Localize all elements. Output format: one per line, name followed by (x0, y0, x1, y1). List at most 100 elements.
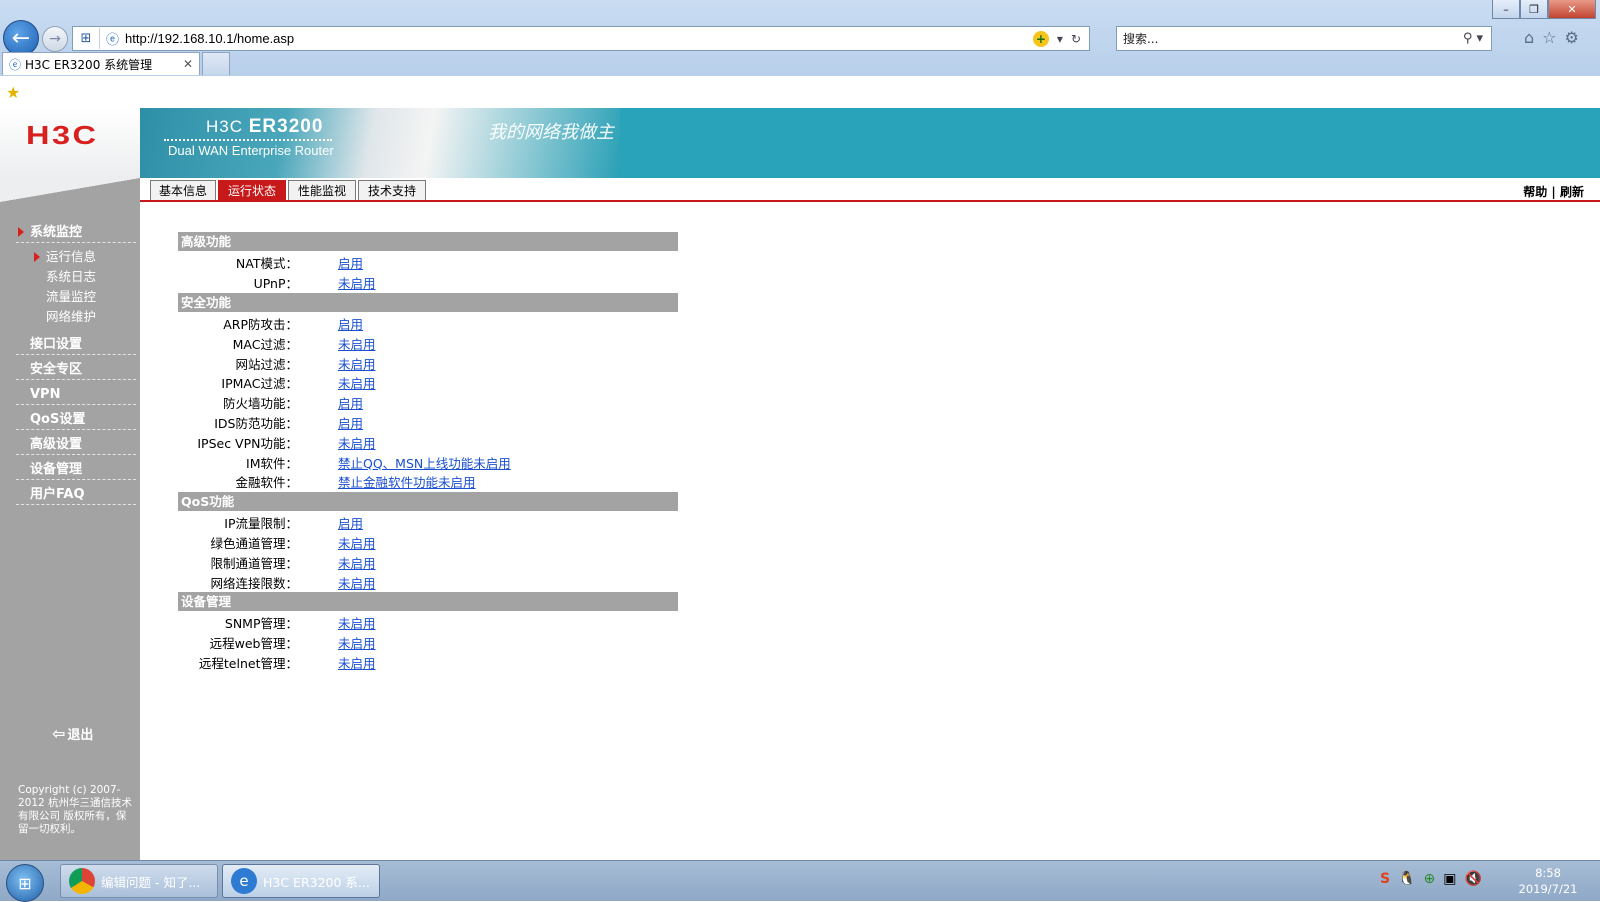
status-label: 金融软件： (235, 475, 298, 491)
status-label: 网站过滤： (235, 356, 298, 372)
sidebar-item-label: VPN (30, 387, 61, 402)
active-arrow-icon (34, 252, 40, 262)
ie-tab-icon: ⓔ (9, 57, 22, 72)
help-link[interactable]: 帮助 (1523, 185, 1547, 199)
sidebar-item-device-management[interactable]: 设备管理 (16, 456, 136, 480)
sidebar-item-label: 高级设置 (30, 437, 83, 452)
section-header: 高级功能 (178, 232, 678, 251)
submenu-label: 运行信息 (46, 249, 97, 264)
qq-icon[interactable]: 🐧 (1398, 871, 1415, 887)
refresh-icon[interactable]: ↻ (1071, 32, 1081, 46)
status-value-link[interactable]: 未启用 (338, 633, 376, 652)
taskbar-item-chrome[interactable]: 编辑问题 - 知了... (60, 864, 218, 898)
minimize-button[interactable]: – (1492, 0, 1520, 19)
status-value-link[interactable]: 未启用 (338, 334, 376, 353)
sidebar-item-vpn[interactable]: VPN (16, 381, 136, 405)
active-arrow-icon (18, 227, 24, 237)
status-row: SNMP管理： 未启用 (178, 613, 678, 633)
close-tab-icon[interactable]: ✕ (183, 57, 193, 71)
submenu-label: 流量监控 (46, 289, 97, 304)
sidebar-item-security[interactable]: 安全专区 (16, 356, 136, 380)
sidebar-item-advanced[interactable]: 高级设置 (16, 431, 136, 455)
status-label: ARP防攻击： (223, 316, 298, 332)
submenu-system-log[interactable]: 系统日志 (16, 267, 136, 287)
sidebar-item-qos[interactable]: QoS设置 (16, 406, 136, 430)
submenu-traffic-monitor[interactable]: 流量监控 (16, 287, 136, 307)
status-value-link[interactable]: 禁止QQ、MSN上线功能未启用 (338, 453, 511, 472)
status-value-link[interactable]: 未启用 (338, 533, 376, 552)
header-banner: H3C ER3200 Dual WAN Enterprise Router 我的… (140, 108, 1600, 178)
new-tab-icon[interactable]: ⊞ (73, 28, 100, 49)
tab-run-status[interactable]: 运行状态 (218, 180, 286, 200)
submenu-network-maintenance[interactable]: 网络维护 (16, 307, 136, 327)
compatibility-icon[interactable]: + (1032, 30, 1049, 47)
status-value-link[interactable]: 启用 (338, 413, 363, 432)
tab-performance[interactable]: 性能监视 (288, 180, 356, 200)
status-value-link[interactable]: 未启用 (338, 553, 376, 572)
sidebar-wedge (0, 178, 140, 202)
gear-icon[interactable]: ⚙ (1565, 28, 1579, 47)
status-value-link[interactable]: 启用 (338, 253, 363, 272)
tab-tech-support[interactable]: 技术支持 (358, 180, 426, 200)
status-value-link[interactable]: 禁止金融软件功能未启用 (338, 472, 476, 491)
favorites-star-icon[interactable]: ☆ (1542, 28, 1556, 47)
address-bar[interactable]: ⊞ ⓔ http://192.168.10.1/home.asp + ▾ ↻ (72, 26, 1090, 51)
status-value-link[interactable]: 未启用 (338, 354, 376, 373)
section-header: 安全功能 (178, 292, 678, 312)
status-content: 高级功能 NAT模式： 启用 UPnP： 未启用 安全功能 ARP防攻击： 启用 MAC过滤：未… (178, 232, 678, 672)
h3c-logo: H3C (26, 120, 99, 150)
search-input[interactable]: 搜索... (1123, 30, 1158, 47)
status-value-link[interactable]: 未启用 (338, 373, 376, 392)
logout-button[interactable]: ⇦ 退出 (52, 724, 93, 743)
status-label: UPnP： (253, 276, 298, 292)
status-label: IPMAC过滤： (221, 376, 298, 392)
status-value-link[interactable]: 启用 (338, 513, 363, 532)
start-button[interactable]: ⊞ (6, 864, 44, 902)
browser-tab[interactable]: ⓔ H3C ER3200 系统管理 ✕ (2, 52, 200, 75)
help-links: 帮助 | 刷新 (1523, 183, 1584, 200)
status-row: 防火墙功能： 启用 (178, 393, 678, 413)
close-window-button[interactable]: ✕ (1548, 0, 1596, 19)
status-label: IDS防范功能： (214, 415, 298, 431)
dropdown-icon[interactable]: ▾ (1057, 32, 1063, 46)
status-value-link[interactable]: 未启用 (338, 273, 376, 292)
status-value-link[interactable]: 未启用 (338, 613, 376, 632)
tab-basic-info[interactable]: 基本信息 (150, 180, 216, 200)
status-label: IM软件： (246, 455, 298, 471)
back-button[interactable]: ← (3, 20, 39, 56)
taskbar-item-ie[interactable]: e H3C ER3200 系... (222, 864, 380, 898)
restore-button[interactable]: ❐ (1520, 0, 1548, 19)
sidebar-item-interface[interactable]: 接口设置 (16, 331, 136, 355)
status-value-link[interactable]: 启用 (338, 314, 363, 333)
sidebar-item-system-monitor[interactable]: 系统监控 (16, 219, 136, 243)
status-label: SNMP管理： (224, 616, 298, 632)
volume-muted-icon[interactable]: 🔇 (1465, 871, 1482, 887)
network-icon[interactable]: ▣ (1443, 871, 1456, 887)
status-label: 限制通道管理： (210, 555, 298, 571)
taskbar-item-label: 编辑问题 - 知了... (101, 874, 201, 890)
clock[interactable]: 8:58 2019/7/21 (1508, 865, 1588, 897)
sidebar-item-label: 安全专区 (30, 362, 83, 377)
url-text[interactable]: http://192.168.10.1/home.asp (125, 31, 294, 46)
status-row: IP流量限制： 启用 (178, 513, 678, 533)
sidebar-item-faq[interactable]: 用户FAQ (16, 481, 136, 505)
search-icon[interactable]: ⚲ ▾ (1463, 31, 1491, 46)
status-row: MAC过滤： 未启用 (178, 333, 678, 353)
windows-logo-icon: ⊞ (18, 873, 32, 893)
security-icon[interactable]: ⊕ (1424, 871, 1436, 887)
new-tab-button[interactable] (202, 52, 230, 75)
status-value-link[interactable]: 启用 (338, 393, 363, 412)
home-icon[interactable]: ⌂ (1524, 28, 1534, 47)
status-value-link[interactable]: 未启用 (338, 653, 376, 672)
forward-button[interactable]: → (42, 26, 68, 52)
submenu-run-info[interactable]: 运行信息 (16, 247, 136, 267)
refresh-link[interactable]: 刷新 (1560, 185, 1584, 199)
window-controls: – ❐ ✕ (1492, 0, 1596, 19)
sidebar: 系统监控 运行信息 系统日志 流量监控 网络维护 接口设置 安全专区 VPN Q… (0, 178, 140, 860)
status-value-link[interactable]: 未启用 (338, 433, 376, 452)
status-label: 绿色通道管理： (210, 535, 298, 551)
search-box[interactable]: 搜索... ⚲ ▾ (1116, 26, 1492, 51)
add-favorite-icon[interactable]: ★ (6, 83, 20, 102)
sogou-input-icon[interactable]: S (1380, 871, 1390, 887)
status-value-link[interactable]: 未启用 (338, 573, 376, 592)
